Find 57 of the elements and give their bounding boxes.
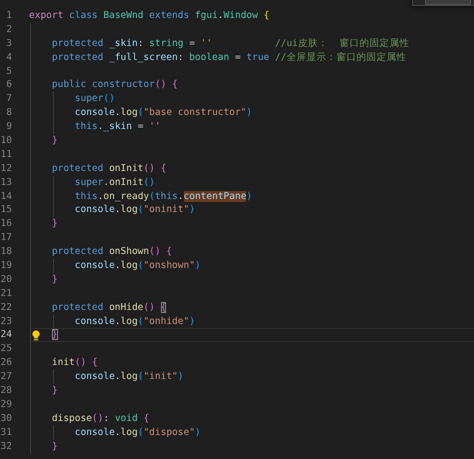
line-number: 30	[0, 412, 12, 426]
code-line: protected onInit() {	[50, 162, 166, 174]
line-number: 25	[0, 342, 12, 356]
line-number: 2	[5, 22, 12, 37]
line-number: 22	[0, 300, 12, 315]
line-number: 23	[0, 314, 12, 328]
code-line: }	[50, 274, 58, 285]
code-line: public constructor() {	[50, 79, 178, 90]
line-number: 28	[0, 384, 12, 398]
line-number: 31	[0, 426, 12, 440]
code-line: protected _skin: string = '' //ui皮肤： 窗口的固定属性	[50, 38, 410, 49]
line-number: 6	[5, 78, 12, 92]
line-number: 19	[0, 259, 12, 273]
code-line: }	[50, 329, 58, 340]
line-number: 26	[0, 356, 12, 370]
code-line: console.log("init")	[74, 371, 184, 382]
line-number: 15	[0, 203, 12, 218]
line-number: 20	[0, 272, 12, 287]
code-line: }	[50, 135, 58, 146]
line-number: 1	[5, 9, 12, 23]
code-line: super()	[74, 93, 115, 104]
line-number: 10	[0, 134, 12, 148]
code-line: }	[50, 385, 58, 396]
line-number: 14	[0, 190, 12, 204]
line-number: 3	[5, 36, 12, 51]
line-number: 29	[0, 398, 12, 412]
code-line: this.on_ready(this.contentPane)	[74, 190, 252, 202]
line-number: 17	[0, 231, 12, 246]
code-line: export class BaseWnd extends fgui.Window {	[29, 10, 270, 21]
line-number: 5	[5, 64, 12, 78]
code-line: console.log("onshown")	[74, 260, 201, 272]
line-number: 7	[5, 92, 12, 106]
lightbulb-icon[interactable]	[32, 330, 40, 342]
code-line: protected onShown() {	[50, 246, 172, 258]
code-line: }	[50, 440, 58, 452]
code-line: super.onInit()	[74, 176, 155, 188]
code-line: console.log("base constructor")	[74, 107, 252, 118]
line-number: 11	[0, 148, 12, 162]
line-number: 24	[0, 328, 12, 342]
code-line: init() {	[50, 357, 98, 368]
line-number: 13	[0, 176, 12, 190]
code-line: console.log("onhide")	[74, 316, 195, 327]
code-line: console.log("dispose")	[74, 426, 201, 438]
line-number: 27	[0, 370, 12, 384]
line-number: 12	[0, 162, 12, 176]
line-number: 21	[0, 286, 12, 301]
code-line: }	[50, 218, 58, 230]
line-number: 4	[5, 50, 12, 65]
code-line: console.log("oninit")	[74, 204, 195, 216]
line-number: 18	[0, 245, 12, 260]
line-number: 16	[0, 217, 12, 232]
line-number: 32	[0, 440, 12, 454]
code-line: protected _full_screen: boolean = true //全屏显示：窗口的固定属性	[50, 52, 406, 63]
code-line: this._skin = ''	[74, 121, 161, 132]
line-number: 8	[5, 106, 12, 120]
code-line: dispose(): void {	[50, 412, 150, 424]
line-number: 9	[5, 120, 12, 134]
